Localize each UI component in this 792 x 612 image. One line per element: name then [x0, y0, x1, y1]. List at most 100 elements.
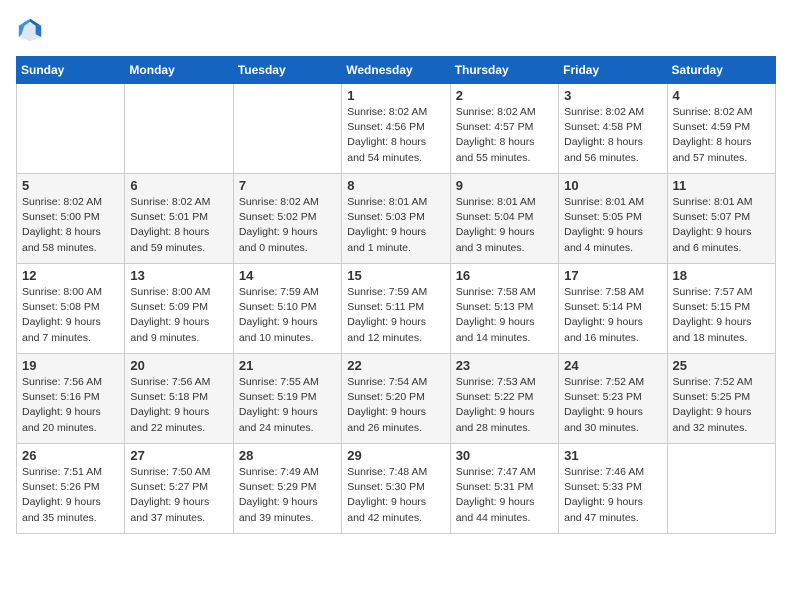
- calendar-cell: 22 Sunrise: 7:54 AM Sunset: 5:20 PM Dayli…: [342, 354, 450, 444]
- day-number: 1: [347, 88, 444, 103]
- day-number: 6: [130, 178, 227, 193]
- calendar-cell: 26 Sunrise: 7:51 AM Sunset: 5:26 PM Dayli…: [17, 444, 125, 534]
- cell-content: Sunrise: 7:52 AM Sunset: 5:25 PM Dayligh…: [673, 375, 770, 436]
- weekday-header-row: SundayMondayTuesdayWednesdayThursdayFrid…: [17, 57, 776, 84]
- cell-content: Sunrise: 7:58 AM Sunset: 5:13 PM Dayligh…: [456, 285, 553, 346]
- calendar-cell: 1 Sunrise: 8:02 AM Sunset: 4:56 PM Daylig…: [342, 84, 450, 174]
- cell-content: Sunrise: 7:53 AM Sunset: 5:22 PM Dayligh…: [456, 375, 553, 436]
- calendar-cell: 14 Sunrise: 7:59 AM Sunset: 5:10 PM Dayli…: [233, 264, 341, 354]
- calendar-week-row: 26 Sunrise: 7:51 AM Sunset: 5:26 PM Dayli…: [17, 444, 776, 534]
- weekday-header: Wednesday: [342, 57, 450, 84]
- cell-content: Sunrise: 8:01 AM Sunset: 5:04 PM Dayligh…: [456, 195, 553, 256]
- day-number: 8: [347, 178, 444, 193]
- weekday-header: Monday: [125, 57, 233, 84]
- calendar-week-row: 5Sunrise: 8:02 AM Sunset: 5:00 PM Daylig…: [17, 174, 776, 264]
- day-number: 28: [239, 448, 336, 463]
- calendar-cell: 6 Sunrise: 8:02 AM Sunset: 5:01 PM Daylig…: [125, 174, 233, 264]
- day-number: 21: [239, 358, 336, 373]
- day-number: 5: [22, 178, 119, 193]
- calendar-cell: 17 Sunrise: 7:58 AM Sunset: 5:14 PM Dayli…: [559, 264, 667, 354]
- day-number: 22: [347, 358, 444, 373]
- cell-content: Sunrise: 7:52 AM Sunset: 5:23 PM Dayligh…: [564, 375, 661, 436]
- cell-content: Sunrise: 8:02 AM Sunset: 4:58 PM Dayligh…: [564, 105, 661, 166]
- day-number: 17: [564, 268, 661, 283]
- cell-content: Sunrise: 8:02 AM Sunset: 4:57 PM Dayligh…: [456, 105, 553, 166]
- day-number: 10: [564, 178, 661, 193]
- day-number: 11: [673, 178, 770, 193]
- cell-content: Sunrise: 7:59 AM Sunset: 5:11 PM Dayligh…: [347, 285, 444, 346]
- calendar-cell: 27 Sunrise: 7:50 AM Sunset: 5:27 PM Dayli…: [125, 444, 233, 534]
- cell-content: Sunrise: 8:02 AM Sunset: 5:02 PM Dayligh…: [239, 195, 336, 256]
- cell-content: Sunrise: 7:58 AM Sunset: 5:14 PM Dayligh…: [564, 285, 661, 346]
- day-number: 7: [239, 178, 336, 193]
- calendar-cell: 23 Sunrise: 7:53 AM Sunset: 5:22 PM Dayli…: [450, 354, 558, 444]
- day-number: 23: [456, 358, 553, 373]
- calendar-cell: 15Sunrise: 7:59 AM Sunset: 5:11 PM Dayli…: [342, 264, 450, 354]
- calendar-cell: 10 Sunrise: 8:01 AM Sunset: 5:05 PM Dayli…: [559, 174, 667, 264]
- cell-content: Sunrise: 7:49 AM Sunset: 5:29 PM Dayligh…: [239, 465, 336, 526]
- calendar-cell: 31 Sunrise: 7:46 AM Sunset: 5:33 PM Dayli…: [559, 444, 667, 534]
- cell-content: Sunrise: 7:51 AM Sunset: 5:26 PM Dayligh…: [22, 465, 119, 526]
- calendar-cell: 16 Sunrise: 7:58 AM Sunset: 5:13 PM Dayli…: [450, 264, 558, 354]
- cell-content: Sunrise: 8:02 AM Sunset: 5:01 PM Dayligh…: [130, 195, 227, 256]
- day-number: 26: [22, 448, 119, 463]
- calendar-cell: 11 Sunrise: 8:01 AM Sunset: 5:07 PM Dayli…: [667, 174, 775, 264]
- calendar-cell: 24 Sunrise: 7:52 AM Sunset: 5:23 PM Dayli…: [559, 354, 667, 444]
- day-number: 31: [564, 448, 661, 463]
- calendar-cell: 18Sunrise: 7:57 AM Sunset: 5:15 PM Dayli…: [667, 264, 775, 354]
- logo: [16, 16, 48, 44]
- cell-content: Sunrise: 7:47 AM Sunset: 5:31 PM Dayligh…: [456, 465, 553, 526]
- day-number: 14: [239, 268, 336, 283]
- calendar-cell: 2 Sunrise: 8:02 AM Sunset: 4:57 PM Daylig…: [450, 84, 558, 174]
- calendar-cell: 29Sunrise: 7:48 AM Sunset: 5:30 PM Dayli…: [342, 444, 450, 534]
- calendar-cell: 19 Sunrise: 7:56 AM Sunset: 5:16 PM Dayli…: [17, 354, 125, 444]
- cell-content: Sunrise: 7:48 AM Sunset: 5:30 PM Dayligh…: [347, 465, 444, 526]
- weekday-header: Friday: [559, 57, 667, 84]
- cell-content: Sunrise: 7:56 AM Sunset: 5:16 PM Dayligh…: [22, 375, 119, 436]
- day-number: 4: [673, 88, 770, 103]
- calendar-cell: [233, 84, 341, 174]
- day-number: 20: [130, 358, 227, 373]
- day-number: 19: [22, 358, 119, 373]
- calendar-body: 1 Sunrise: 8:02 AM Sunset: 4:56 PM Daylig…: [17, 84, 776, 534]
- calendar-cell: 21 Sunrise: 7:55 AM Sunset: 5:19 PM Dayli…: [233, 354, 341, 444]
- calendar-cell: 25 Sunrise: 7:52 AM Sunset: 5:25 PM Dayli…: [667, 354, 775, 444]
- day-number: 25: [673, 358, 770, 373]
- cell-content: Sunrise: 8:02 AM Sunset: 4:56 PM Dayligh…: [347, 105, 444, 166]
- calendar-header: SundayMondayTuesdayWednesdayThursdayFrid…: [17, 57, 776, 84]
- cell-content: Sunrise: 7:59 AM Sunset: 5:10 PM Dayligh…: [239, 285, 336, 346]
- calendar-cell: [125, 84, 233, 174]
- cell-content: Sunrise: 7:54 AM Sunset: 5:20 PM Dayligh…: [347, 375, 444, 436]
- calendar-cell: 8 Sunrise: 8:01 AM Sunset: 5:03 PM Daylig…: [342, 174, 450, 264]
- calendar-cell: 4Sunrise: 8:02 AM Sunset: 4:59 PM Daylig…: [667, 84, 775, 174]
- calendar-table: SundayMondayTuesdayWednesdayThursdayFrid…: [16, 56, 776, 534]
- cell-content: Sunrise: 7:56 AM Sunset: 5:18 PM Dayligh…: [130, 375, 227, 436]
- calendar-cell: 9 Sunrise: 8:01 AM Sunset: 5:04 PM Daylig…: [450, 174, 558, 264]
- day-number: 3: [564, 88, 661, 103]
- cell-content: Sunrise: 8:01 AM Sunset: 5:05 PM Dayligh…: [564, 195, 661, 256]
- day-number: 16: [456, 268, 553, 283]
- cell-content: Sunrise: 7:55 AM Sunset: 5:19 PM Dayligh…: [239, 375, 336, 436]
- page-header: [16, 16, 776, 44]
- day-number: 9: [456, 178, 553, 193]
- calendar-cell: 5Sunrise: 8:02 AM Sunset: 5:00 PM Daylig…: [17, 174, 125, 264]
- cell-content: Sunrise: 8:01 AM Sunset: 5:03 PM Dayligh…: [347, 195, 444, 256]
- calendar-cell: [17, 84, 125, 174]
- logo-icon: [16, 16, 44, 44]
- day-number: 24: [564, 358, 661, 373]
- cell-content: Sunrise: 8:01 AM Sunset: 5:07 PM Dayligh…: [673, 195, 770, 256]
- day-number: 13: [130, 268, 227, 283]
- calendar-cell: 12Sunrise: 8:00 AM Sunset: 5:08 PM Dayli…: [17, 264, 125, 354]
- day-number: 27: [130, 448, 227, 463]
- calendar-week-row: 19 Sunrise: 7:56 AM Sunset: 5:16 PM Dayli…: [17, 354, 776, 444]
- calendar-cell: [667, 444, 775, 534]
- weekday-header: Tuesday: [233, 57, 341, 84]
- weekday-header: Thursday: [450, 57, 558, 84]
- cell-content: Sunrise: 8:00 AM Sunset: 5:09 PM Dayligh…: [130, 285, 227, 346]
- weekday-header: Sunday: [17, 57, 125, 84]
- weekday-header: Saturday: [667, 57, 775, 84]
- cell-content: Sunrise: 7:46 AM Sunset: 5:33 PM Dayligh…: [564, 465, 661, 526]
- calendar-week-row: 1 Sunrise: 8:02 AM Sunset: 4:56 PM Daylig…: [17, 84, 776, 174]
- day-number: 2: [456, 88, 553, 103]
- cell-content: Sunrise: 7:50 AM Sunset: 5:27 PM Dayligh…: [130, 465, 227, 526]
